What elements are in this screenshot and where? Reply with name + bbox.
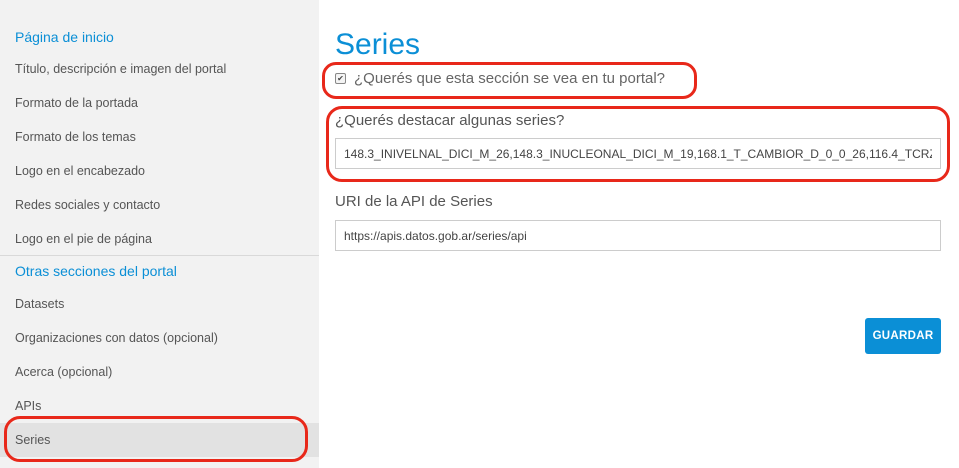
sidebar-item-datasets[interactable]: Datasets bbox=[15, 297, 64, 311]
sidebar-item-acerca[interactable]: Acerca (opcional) bbox=[15, 365, 112, 379]
sidebar-item-redes-sociales[interactable]: Redes sociales y contacto bbox=[15, 198, 160, 212]
show-section-label[interactable]: ¿Querés que esta sección se vea en tu po… bbox=[354, 70, 665, 87]
featured-series-label: ¿Querés destacar algunas series? bbox=[335, 112, 565, 129]
sidebar-item-logo-pie[interactable]: Logo en el pie de página bbox=[15, 232, 152, 246]
sidebar-item-series[interactable]: Series bbox=[15, 433, 50, 447]
section-title-inicio: Página de inicio bbox=[15, 29, 114, 45]
section-title-otras: Otras secciones del portal bbox=[15, 263, 177, 279]
sidebar: Página de inicio Título, descripción e i… bbox=[0, 0, 319, 468]
sidebar-item-apis[interactable]: APIs bbox=[15, 399, 41, 413]
save-button[interactable]: GUARDAR bbox=[865, 318, 941, 354]
sidebar-item-organizaciones[interactable]: Organizaciones con datos (opcional) bbox=[15, 331, 218, 345]
sidebar-item-formato-temas[interactable]: Formato de los temas bbox=[15, 130, 136, 144]
sidebar-item-logo-encabezado[interactable]: Logo en el encabezado bbox=[15, 164, 145, 178]
sidebar-divider bbox=[0, 255, 319, 256]
show-section-row: ✔ ¿Querés que esta sección se vea en tu … bbox=[335, 70, 665, 87]
show-section-checkbox[interactable]: ✔ bbox=[335, 73, 346, 84]
page-title: Series bbox=[335, 28, 421, 61]
api-uri-label: URI de la API de Series bbox=[335, 193, 493, 210]
sidebar-item-formato-portada[interactable]: Formato de la portada bbox=[15, 96, 138, 110]
api-uri-input[interactable] bbox=[335, 220, 941, 251]
main-content: Series ✔ ¿Querés que esta sección se vea… bbox=[319, 0, 959, 468]
featured-series-input[interactable] bbox=[335, 138, 941, 169]
sidebar-item-titulo[interactable]: Título, descripción e imagen del portal bbox=[15, 62, 226, 76]
